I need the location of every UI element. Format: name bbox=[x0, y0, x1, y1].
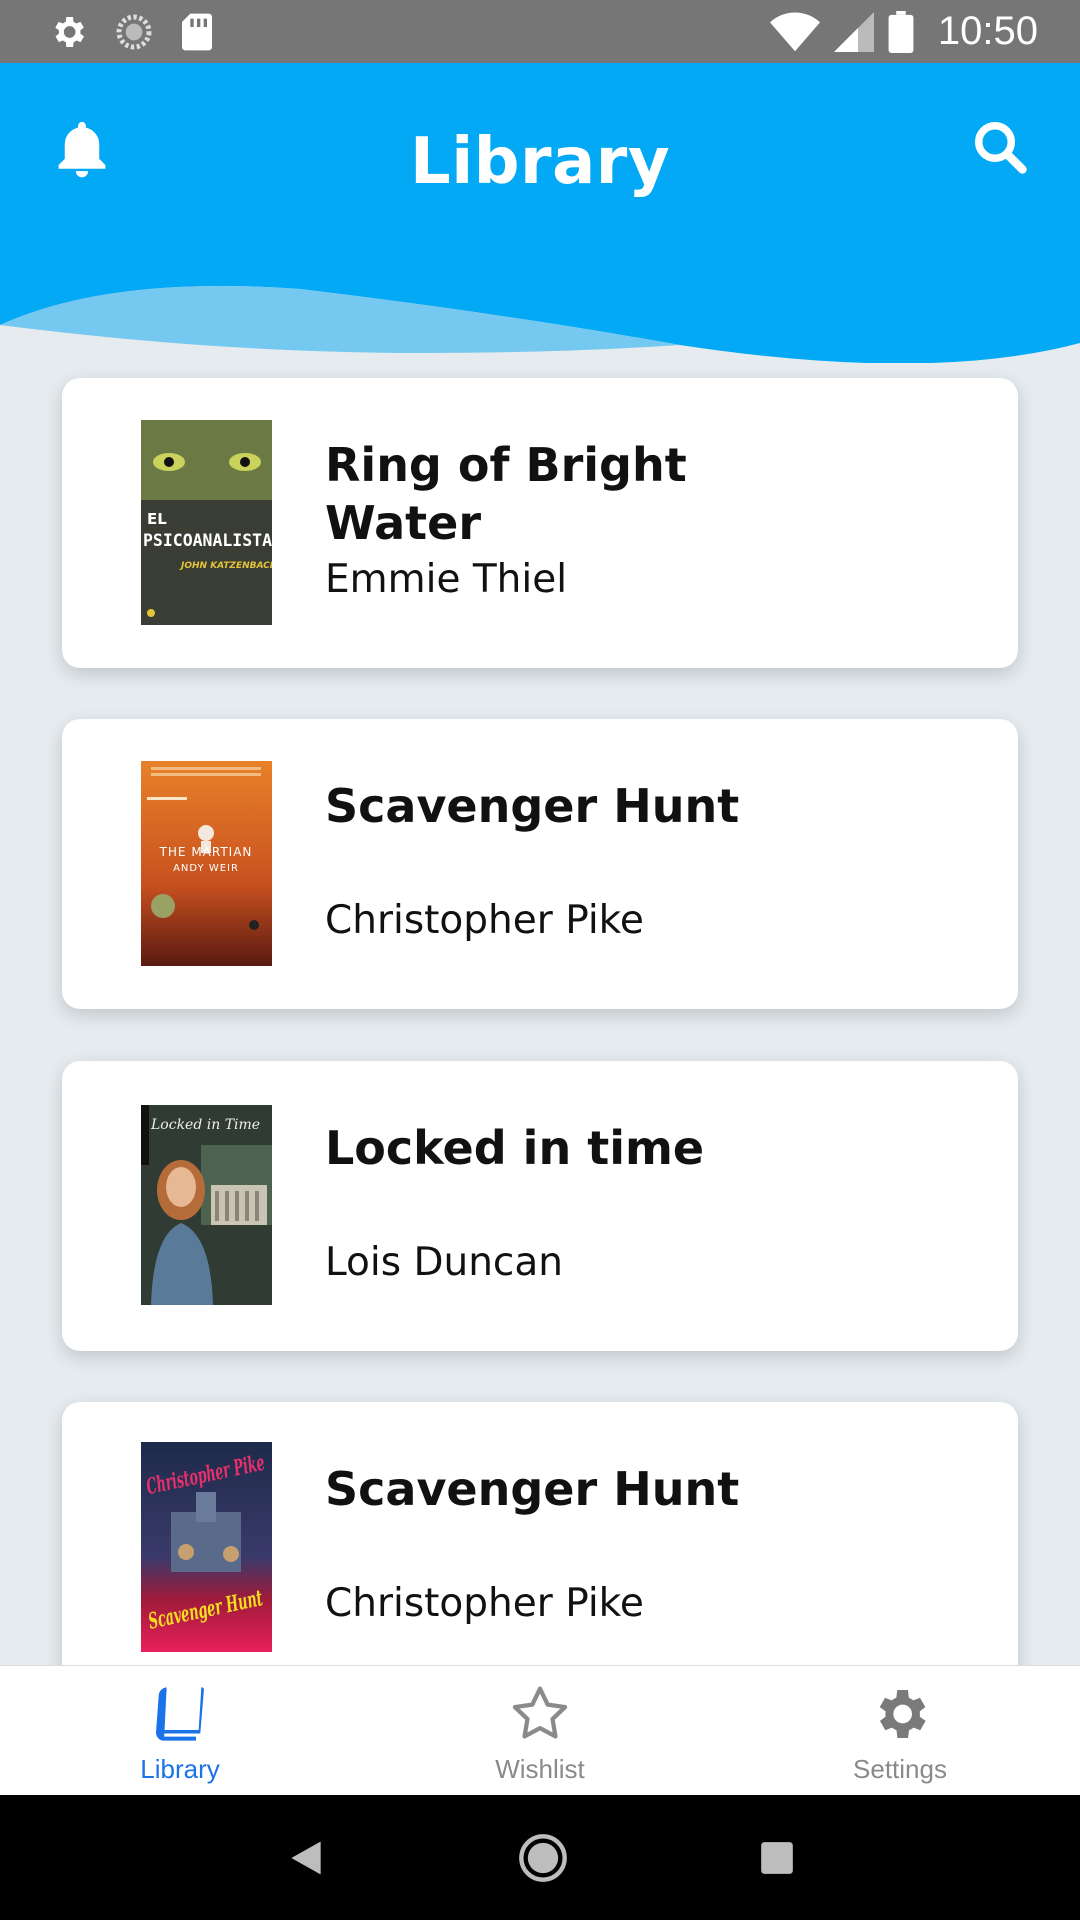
app-header: Library bbox=[0, 63, 1080, 363]
book-author: Christopher Pike bbox=[325, 1581, 644, 1626]
book-title: Scavenger Hunt bbox=[325, 779, 740, 833]
book-cover: EL PSICOANALISTA JOHN KATZENBACH bbox=[141, 420, 272, 625]
page-title: Library bbox=[409, 125, 671, 199]
book-icon bbox=[156, 1687, 204, 1741]
book-card[interactable]: Christopher Pike Scavenger Hunt Scavenge… bbox=[62, 1402, 1018, 1665]
cover-text: JOHN KATZENBACH bbox=[179, 561, 272, 571]
book-title: Ring of Bright Water bbox=[325, 438, 687, 550]
cover-text: EL bbox=[147, 510, 167, 528]
nav-library[interactable]: Library bbox=[0, 1666, 360, 1795]
back-icon[interactable] bbox=[284, 1836, 328, 1880]
star-icon bbox=[512, 1686, 568, 1739]
book-author: Emmie Thiel bbox=[325, 557, 568, 602]
book-card[interactable]: THE MARTIAN ANDY WEIR Scavenger Hunt Chr… bbox=[62, 719, 1018, 1009]
search-icon[interactable] bbox=[970, 117, 1030, 177]
book-title: Scavenger Hunt bbox=[325, 1462, 740, 1516]
book-cover: THE MARTIAN ANDY WEIR bbox=[141, 761, 272, 966]
system-nav-bar bbox=[0, 1795, 1080, 1920]
home-icon[interactable] bbox=[517, 1832, 569, 1884]
book-author: Christopher Pike bbox=[325, 898, 644, 943]
cover-text: PSICOANALISTA bbox=[143, 531, 272, 551]
nav-label: Library bbox=[140, 1754, 220, 1784]
cover-text: ANDY WEIR bbox=[173, 863, 239, 874]
bottom-nav: Library Wishlist Settings bbox=[0, 1665, 1080, 1795]
cover-text: Locked in Time bbox=[150, 1117, 260, 1133]
nav-label: Wishlist bbox=[495, 1754, 585, 1784]
recents-icon[interactable] bbox=[758, 1839, 796, 1877]
book-card[interactable]: EL PSICOANALISTA JOHN KATZENBACH Ring of… bbox=[62, 378, 1018, 668]
book-cover: Christopher Pike Scavenger Hunt bbox=[141, 1442, 272, 1652]
nav-label: Settings bbox=[853, 1754, 947, 1784]
book-author: Lois Duncan bbox=[325, 1240, 563, 1285]
book-card[interactable]: Locked in Time Locked in time Lois Dunca… bbox=[62, 1061, 1018, 1351]
gear-icon bbox=[879, 1690, 926, 1738]
cover-text: THE MARTIAN bbox=[159, 845, 253, 859]
book-cover: Locked in Time bbox=[141, 1105, 272, 1305]
header-wave bbox=[0, 63, 1080, 363]
nav-wishlist[interactable]: Wishlist bbox=[360, 1666, 720, 1795]
nav-settings[interactable]: Settings bbox=[720, 1666, 1080, 1795]
book-title: Locked in time bbox=[325, 1121, 705, 1175]
